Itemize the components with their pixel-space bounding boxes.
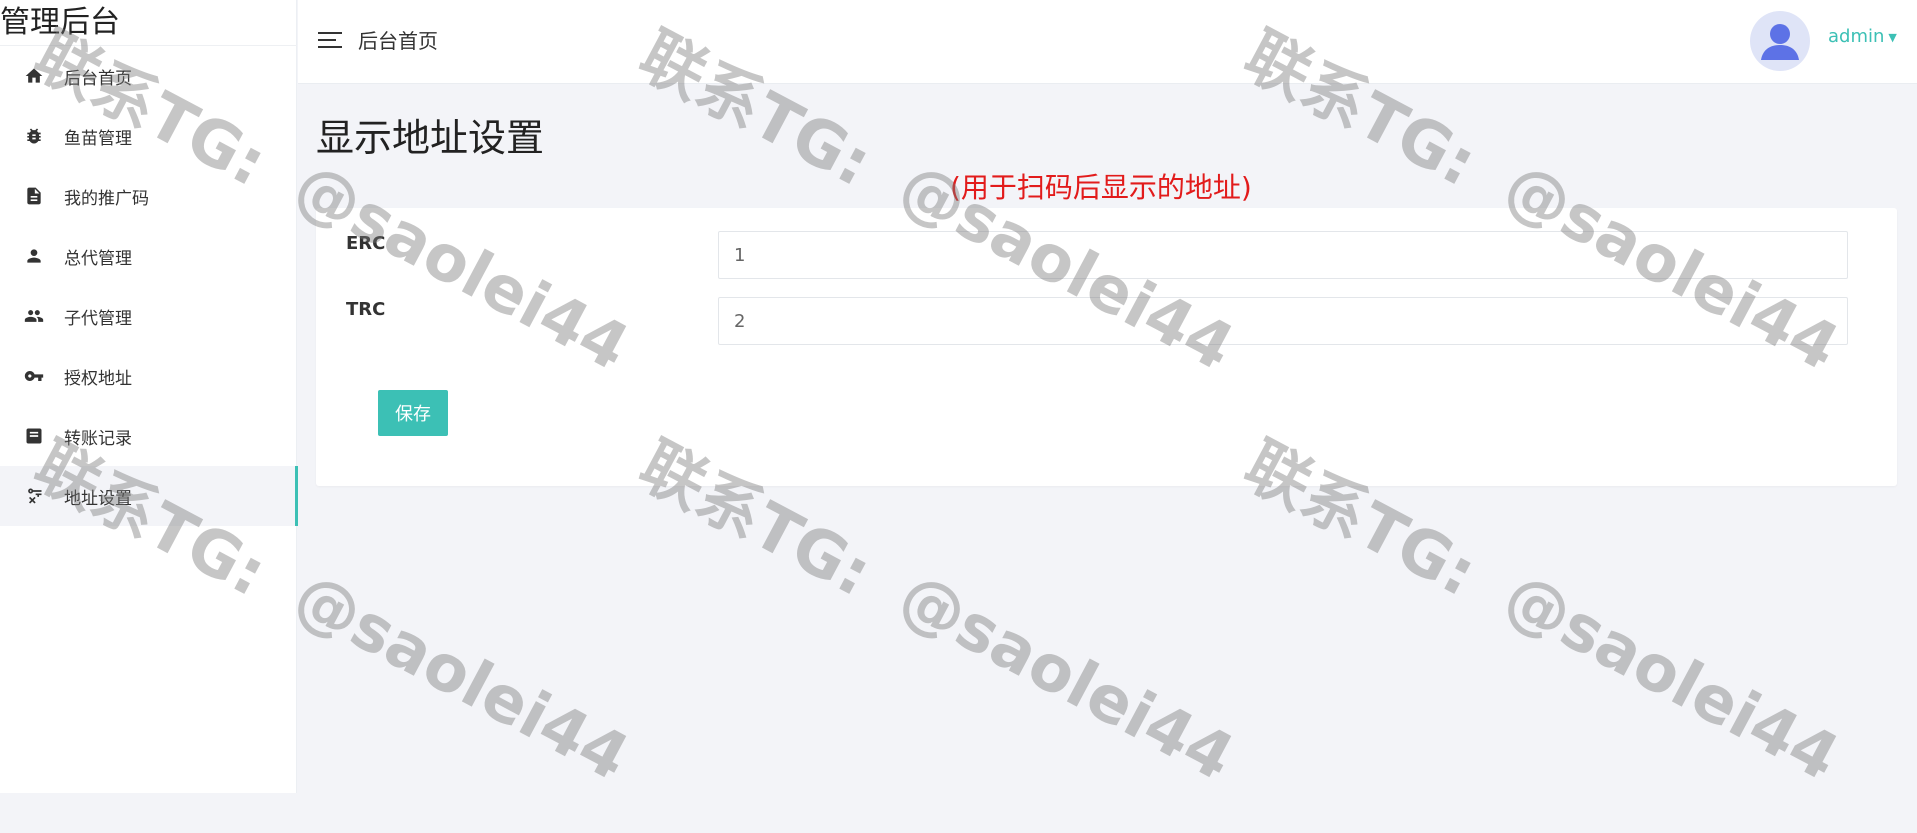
sidebar-nav: 后台首页 鱼苗管理 我的推广码 总代管理 子代管理 授权地址 转账记录 地址设置 <box>0 46 298 526</box>
top-header: 后台首页 admin ▼ <box>298 0 1917 84</box>
sidebar-item-fish[interactable]: 鱼苗管理 <box>0 106 297 166</box>
sidebar-item-label: 总代管理 <box>64 248 132 269</box>
key-icon <box>24 366 44 386</box>
person-icon <box>24 246 44 266</box>
trc-label: TRC <box>346 299 386 320</box>
sidebar-item-label: 授权地址 <box>64 368 132 389</box>
watermark-text: @saolei44 <box>1492 559 1850 796</box>
sidebar-item-dashboard[interactable]: 后台首页 <box>0 46 297 106</box>
trc-input[interactable] <box>718 297 1848 345</box>
home-icon <box>24 66 44 86</box>
erc-input[interactable] <box>718 231 1848 279</box>
sidebar-item-label: 子代管理 <box>64 308 132 329</box>
watermark-text: @saolei44 <box>887 559 1245 796</box>
document-icon <box>24 186 44 206</box>
user-avatar-icon <box>1761 24 1799 60</box>
user-menu[interactable]: admin ▼ <box>1828 26 1897 47</box>
avatar[interactable] <box>1750 11 1810 71</box>
sidebar-item-authorized-addresses[interactable]: 授权地址 <box>0 346 297 406</box>
watermark-text: @saolei44 <box>282 559 640 796</box>
sidebar-item-address-settings[interactable]: 地址设置 <box>0 466 298 526</box>
breadcrumb[interactable]: 后台首页 <box>358 28 438 54</box>
settings-key-icon <box>24 486 44 506</box>
user-name: admin <box>1828 26 1885 47</box>
erc-label: ERC <box>346 233 386 254</box>
page-note: (用于扫码后显示的地址) <box>950 171 1252 204</box>
sidebar-item-label: 鱼苗管理 <box>64 128 132 149</box>
sidebar-item-promo-code[interactable]: 我的推广码 <box>0 166 297 226</box>
caret-down-icon: ▼ <box>1888 30 1897 44</box>
sidebar-item-transfers[interactable]: 转账记录 <box>0 406 297 466</box>
sidebar: 管理后台 后台首页 鱼苗管理 我的推广码 总代管理 子代管理 授权地址 转账记录… <box>0 0 298 793</box>
sidebar-item-label: 后台首页 <box>64 68 132 89</box>
receipt-icon <box>24 426 44 446</box>
sidebar-item-label: 转账记录 <box>64 428 132 449</box>
page-title: 显示地址设置 <box>316 116 545 160</box>
address-settings-card: ERC TRC 保存 <box>316 208 1897 486</box>
sidebar-item-sub-agents[interactable]: 子代管理 <box>0 286 297 346</box>
brand-title: 管理后台 <box>0 0 297 46</box>
menu-toggle-icon[interactable] <box>318 30 342 50</box>
sidebar-item-label: 我的推广码 <box>64 188 149 209</box>
sidebar-item-label: 地址设置 <box>64 488 132 509</box>
sidebar-item-agents[interactable]: 总代管理 <box>0 226 297 286</box>
save-button[interactable]: 保存 <box>378 390 448 436</box>
bug-icon <box>24 126 44 146</box>
people-icon <box>24 306 44 326</box>
